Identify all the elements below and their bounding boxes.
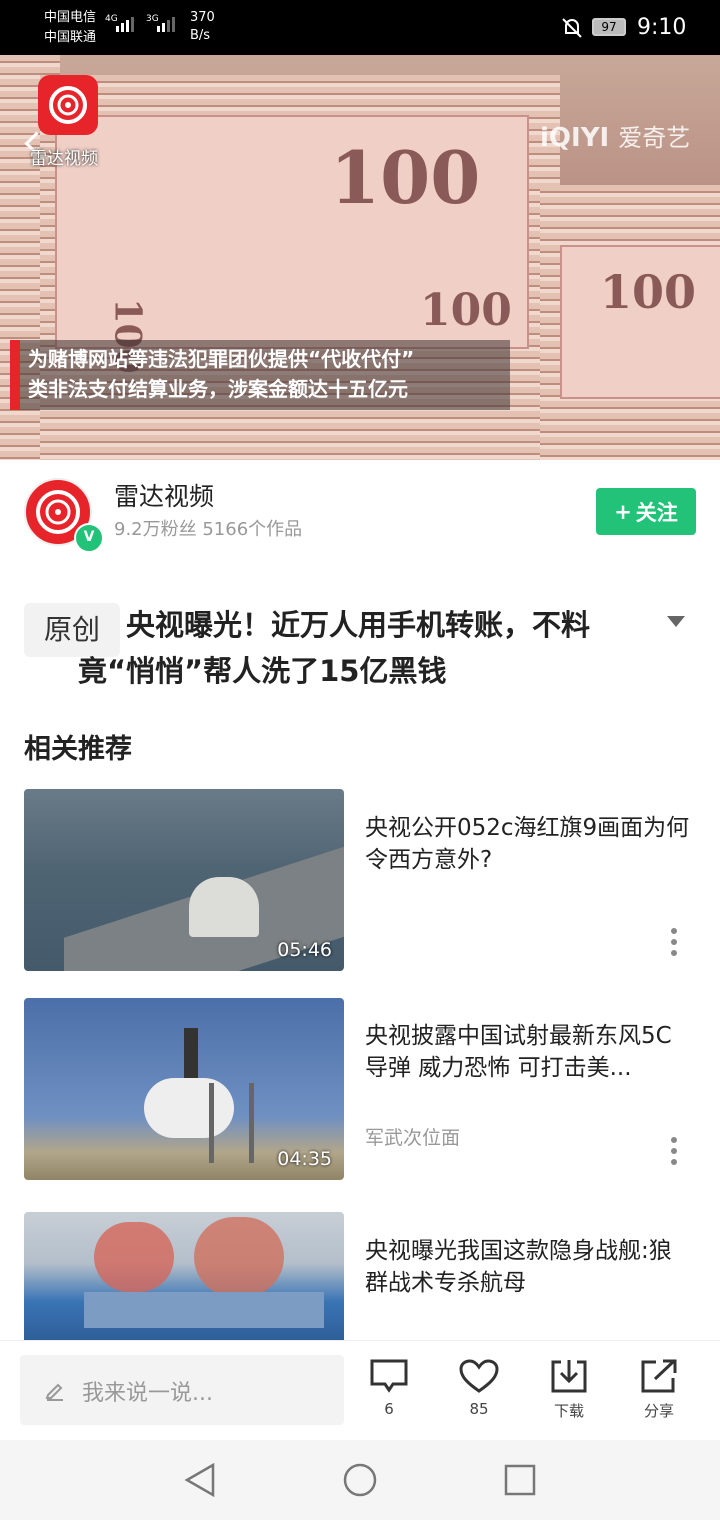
more-options-icon-1[interactable] bbox=[671, 928, 679, 961]
verified-badge-icon: V bbox=[74, 523, 104, 553]
speed-value: 370 bbox=[190, 10, 215, 25]
video-caption: 为赌博网站等违法犯罪团伙提供“代收代付” 类非法支付结算业务，涉案金额达十五亿元 bbox=[10, 340, 510, 410]
clock: 9:10 bbox=[637, 15, 687, 40]
download-icon bbox=[551, 1360, 587, 1393]
like-button[interactable]: 85 bbox=[449, 1358, 509, 1418]
iqiyi-logo: iQIYI bbox=[540, 123, 610, 153]
related-thumbnail-1[interactable]: 05:46 bbox=[24, 789, 344, 971]
comment-placeholder: 我来说一说... bbox=[82, 1381, 213, 1406]
app-logo bbox=[38, 75, 98, 135]
download-label: 下载 bbox=[553, 1402, 584, 1420]
author-name[interactable]: 雷达视频 bbox=[114, 480, 214, 514]
edit-icon bbox=[45, 1383, 63, 1401]
nav-recents-icon[interactable] bbox=[503, 1463, 537, 1497]
duration-2: 04:35 bbox=[277, 1148, 332, 1170]
carrier-2: 中国联通 bbox=[44, 30, 97, 45]
share-button[interactable]: 分享 bbox=[629, 1358, 689, 1421]
follow-button[interactable]: + 关注 bbox=[596, 488, 696, 535]
caption-line-1: 为赌博网站等违法犯罪团伙提供“代收代付” bbox=[28, 347, 415, 371]
plus-icon: + bbox=[614, 499, 632, 524]
nav-home-icon[interactable] bbox=[342, 1462, 378, 1498]
follow-label: 关注 bbox=[635, 500, 678, 525]
video-app-label: 雷达视频 bbox=[30, 149, 98, 169]
comment-input[interactable]: 我来说一说... bbox=[20, 1355, 344, 1425]
related-thumbnail-2[interactable]: 04:35 bbox=[24, 998, 344, 1180]
carrier-1: 中国电信 bbox=[44, 10, 97, 25]
share-icon bbox=[641, 1359, 677, 1393]
iqiyi-watermark: iQIYI 爱奇艺 bbox=[540, 118, 690, 153]
comments-button[interactable]: 6 bbox=[359, 1358, 419, 1418]
iqiyi-watermark-text: 爱奇艺 bbox=[618, 124, 691, 152]
article-title: 央视曝光！近万人用手机转账，不料竟“悄悄”帮人洗了15亿黑钱 bbox=[78, 608, 591, 688]
comment-icon bbox=[370, 1359, 408, 1393]
caption-line-2: 类非法支付结算业务，涉案金额达十五亿元 bbox=[28, 377, 408, 401]
nav-back-icon[interactable] bbox=[183, 1462, 217, 1498]
comments-count: 6 bbox=[384, 1400, 394, 1418]
speed-unit: B/s bbox=[190, 28, 211, 43]
carrier-labels: 中国电信 中国联通 bbox=[44, 8, 96, 48]
author-stats: 9.2万粉丝 5166个作品 bbox=[114, 519, 303, 540]
share-label: 分享 bbox=[643, 1402, 674, 1420]
likes-count: 85 bbox=[469, 1400, 489, 1418]
expand-chevron-icon[interactable] bbox=[667, 616, 685, 627]
related-source-2: 军武次位面 bbox=[365, 1127, 461, 1149]
download-button[interactable]: 下载 bbox=[539, 1358, 599, 1421]
signal-icon bbox=[116, 17, 134, 32]
related-thumbnail-3[interactable] bbox=[24, 1212, 344, 1340]
battery-icon: 97 bbox=[592, 18, 626, 36]
system-nav-bar bbox=[0, 1440, 720, 1520]
signal-icon-2 bbox=[157, 17, 175, 32]
related-title-1[interactable]: 央视公开052c海红旗9画面为何令西方意外? bbox=[365, 812, 690, 876]
duration-1: 05:46 bbox=[277, 939, 332, 961]
heart-icon bbox=[459, 1359, 499, 1393]
status-bar: 中国电信 中国联通 4G 3G 370 B/s 97 9:10 bbox=[0, 0, 720, 55]
related-title-2[interactable]: 央视披露中国试射最新东风5C导弹 威力恐怖 可打击美... bbox=[365, 1020, 690, 1084]
related-heading: 相关推荐 bbox=[24, 734, 132, 765]
mute-icon bbox=[562, 18, 582, 38]
related-title-3[interactable]: 央视曝光我国这款隐身战舰:狼群战术专杀航母 bbox=[365, 1235, 690, 1299]
network-speed: 370 B/s bbox=[190, 9, 215, 45]
more-options-icon-2[interactable] bbox=[671, 1137, 679, 1170]
